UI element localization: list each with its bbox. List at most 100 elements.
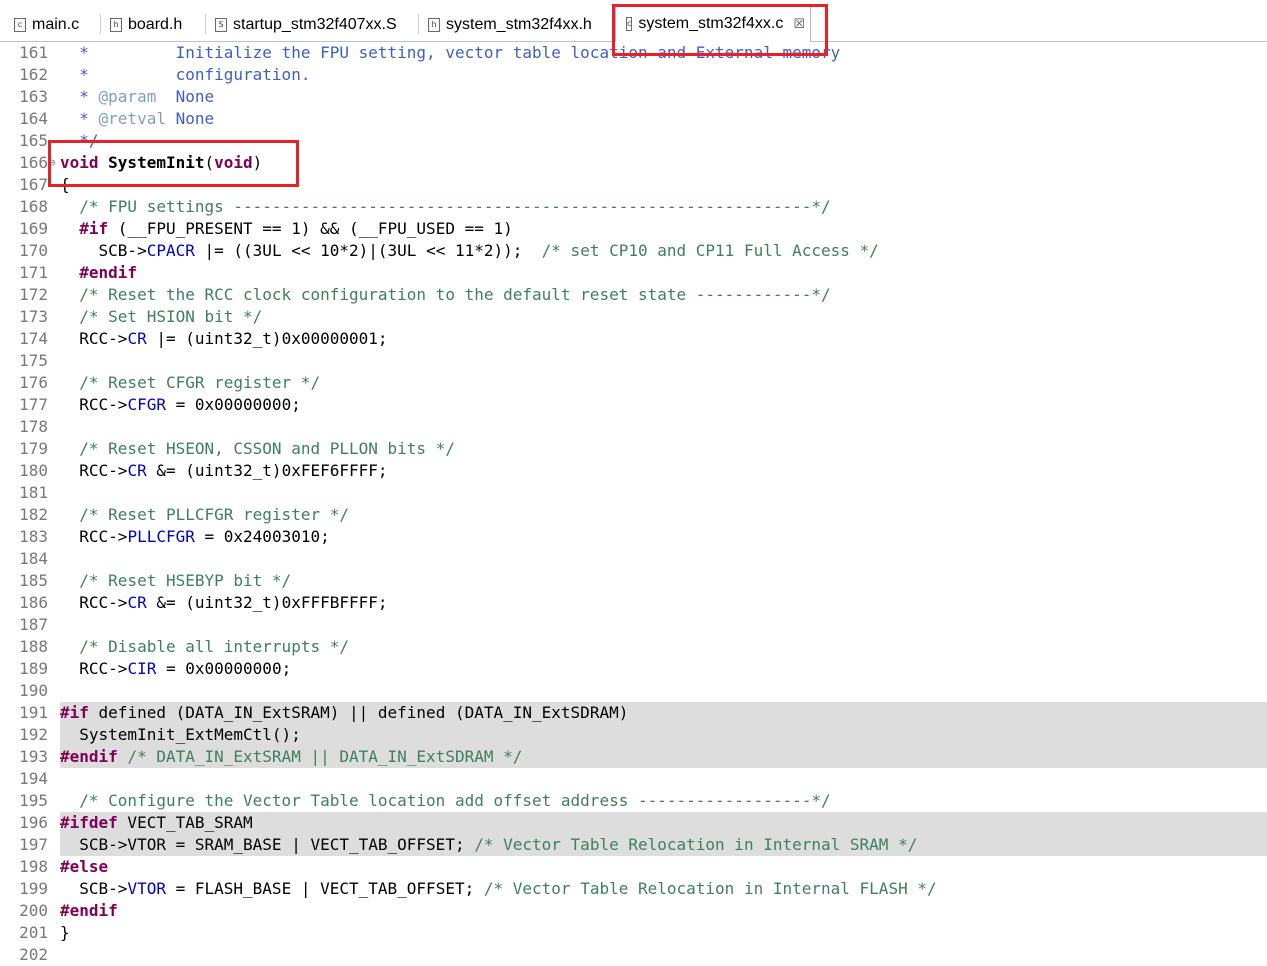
code-line[interactable]: 187 [0,614,1267,636]
code-line[interactable]: 191 #if defined (DATA_IN_ExtSRAM) || defi… [0,702,1267,724]
tab-startup-s[interactable]: S startup_stm32f407xx.S [205,8,405,41]
code-line[interactable]: 192 SystemInit_ExtMemCtl(); [0,724,1267,746]
code-line[interactable]: 195 /* Configure the Vector Table locati… [0,790,1267,812]
code-line[interactable]: 180 RCC->CR &= (uint32_t)0xFEF6FFFF; [0,460,1267,482]
code-line[interactable]: 169 #if (__FPU_PRESENT == 1) && (__FPU_U… [0,218,1267,240]
line-number: 170 [19,241,48,260]
line-number: 165 [19,131,48,150]
code-token: SCB-> [60,241,147,260]
code-token: = 0x24003010; [194,527,330,546]
code-token: RCC-> [60,329,128,348]
code-token: /* Set HSION bit */ [60,307,263,326]
code-token: RCC-> [60,593,128,612]
code-line[interactable]: 168 /* FPU settings --------------------… [0,196,1267,218]
line-number: 174 [19,329,48,348]
code-text: /* Reset PLLCFGR register */ [60,504,349,526]
code-line[interactable]: 199 SCB->VTOR = FLASH_BASE | VECT_TAB_OF… [0,878,1267,900]
code-line[interactable]: 170 SCB->CPACR |= ((3UL << 10*2)|(3UL <<… [0,240,1267,262]
line-number: 179 [19,439,48,458]
code-line[interactable]: 198 #else [0,856,1267,878]
code-text: RCC->CR &= (uint32_t)0xFFFBFFFF; [60,592,388,614]
line-number: 171 [19,263,48,282]
code-line[interactable]: 164 * @retval None [0,108,1267,130]
code-line[interactable]: 183 RCC->PLLCFGR = 0x24003010; [0,526,1267,548]
code-token: /* Reset the RCC clock configuration to … [60,285,831,304]
code-line[interactable]: 182 /* Reset PLLCFGR register */ [0,504,1267,526]
code-text: SCB->VTOR = SRAM_BASE | VECT_TAB_OFFSET;… [60,834,917,856]
annotation-box-systeminit [48,140,299,187]
line-number: 190 [19,681,48,700]
code-line[interactable]: 189 RCC->CIR = 0x00000000; [0,658,1267,680]
code-line[interactable]: 186 RCC->CR &= (uint32_t)0xFFFBFFFF; [0,592,1267,614]
code-line[interactable]: 188 /* Disable all interrupts */ [0,636,1267,658]
tab-label: main.c [32,15,80,33]
code-token: /* Reset HSEBYP bit */ [60,571,292,590]
code-token: RCC-> [60,527,128,546]
code-line[interactable]: 172 /* Reset the RCC clock configuration… [0,284,1267,306]
code-line[interactable]: 179 /* Reset HSEON, CSSON and PLLON bits… [0,438,1267,460]
code-token: @param [98,87,157,106]
line-number: 198 [19,857,48,876]
line-number: 201 [19,923,48,942]
code-token: = FLASH_BASE | VECT_TAB_OFFSET; [165,879,484,898]
code-text: * @retval None [60,108,214,130]
code-line[interactable]: 201} [0,922,1267,944]
code-line[interactable]: 185 /* Reset HSEBYP bit */ [0,570,1267,592]
code-line[interactable]: 163 * @param None [0,86,1267,108]
code-line[interactable]: 194 [0,768,1267,790]
code-token: RCC-> [60,659,128,678]
code-token: /* FPU settings ------------------------… [60,197,831,216]
line-number: 189 [19,659,48,678]
code-line[interactable]: 177 RCC->CFGR = 0x00000000; [0,394,1267,416]
code-line[interactable]: 184 [0,548,1267,570]
code-line[interactable]: 190 [0,680,1267,702]
code-line[interactable]: 162 * configuration. [0,64,1267,86]
code-line[interactable]: 197 SCB->VTOR = SRAM_BASE | VECT_TAB_OFF… [0,834,1267,856]
code-line[interactable]: 173 /* Set HSION bit */ [0,306,1267,328]
code-line[interactable]: 196 #ifdef VECT_TAB_SRAM [0,812,1267,834]
code-token: &= (uint32_t)0xFEF6FFFF; [146,461,388,480]
code-text: * @param None [60,86,214,108]
line-number: 193 [19,747,48,766]
code-line[interactable]: 176 /* Reset CFGR register */ [0,372,1267,394]
code-text: SCB->VTOR = FLASH_BASE | VECT_TAB_OFFSET… [60,878,937,900]
code-token: /* Disable all interrupts */ [60,637,349,656]
code-token: /* Configure the Vector Table location a… [60,791,831,810]
code-token: = 0x00000000; [165,395,301,414]
code-line[interactable]: 193 #endif /* DATA_IN_ExtSRAM || DATA_IN_… [0,746,1267,768]
code-line[interactable]: 200 #endif [0,900,1267,922]
code-token: /* Vector Table Relocation in Internal F… [483,879,937,898]
code-text: #ifdef VECT_TAB_SRAM [60,812,253,834]
code-token: CIR [127,659,157,678]
code-token: RCC-> [60,395,128,414]
code-token: @retval [98,109,166,128]
h-file-icon: h [428,17,440,32]
tab-main-c[interactable]: c main.c [4,8,87,41]
code-text: #endif [60,262,137,284]
code-token: VTOR [127,879,166,898]
code-token: /* DATA_IN_ExtSRAM || DATA_IN_ExtSDRAM *… [117,747,523,766]
line-number: 172 [19,285,48,304]
code-token: CR [127,461,147,480]
line-number: 164 [19,109,48,128]
code-line[interactable]: 202 [0,944,1267,966]
tab-system-h[interactable]: h system_stm32f4xx.h [418,8,600,41]
code-line[interactable]: 178 [0,416,1267,438]
s-file-icon: S [215,17,227,32]
line-number: 184 [19,549,48,568]
tab-board-h[interactable]: h board.h [100,8,190,41]
line-number: 192 [19,725,48,744]
h-file-icon: h [110,17,122,32]
code-line[interactable]: 175 [0,350,1267,372]
line-number: 176 [19,373,48,392]
code-line[interactable]: 174 RCC->CR |= (uint32_t)0x00000001; [0,328,1267,350]
code-token: #if [60,703,89,722]
code-line[interactable]: 181 [0,482,1267,504]
code-text: /* Disable all interrupts */ [60,636,349,658]
code-token: #endif [60,263,138,282]
code-token: SCB->VTOR = SRAM_BASE | VECT_TAB_OFFSET; [60,835,475,854]
code-line[interactable]: 171 #endif [0,262,1267,284]
code-token: &= (uint32_t)0xFFFBFFFF; [146,593,388,612]
code-text: * configuration. [60,64,310,86]
code-text: SCB->CPACR |= ((3UL << 10*2)|(3UL << 11*… [60,240,879,262]
